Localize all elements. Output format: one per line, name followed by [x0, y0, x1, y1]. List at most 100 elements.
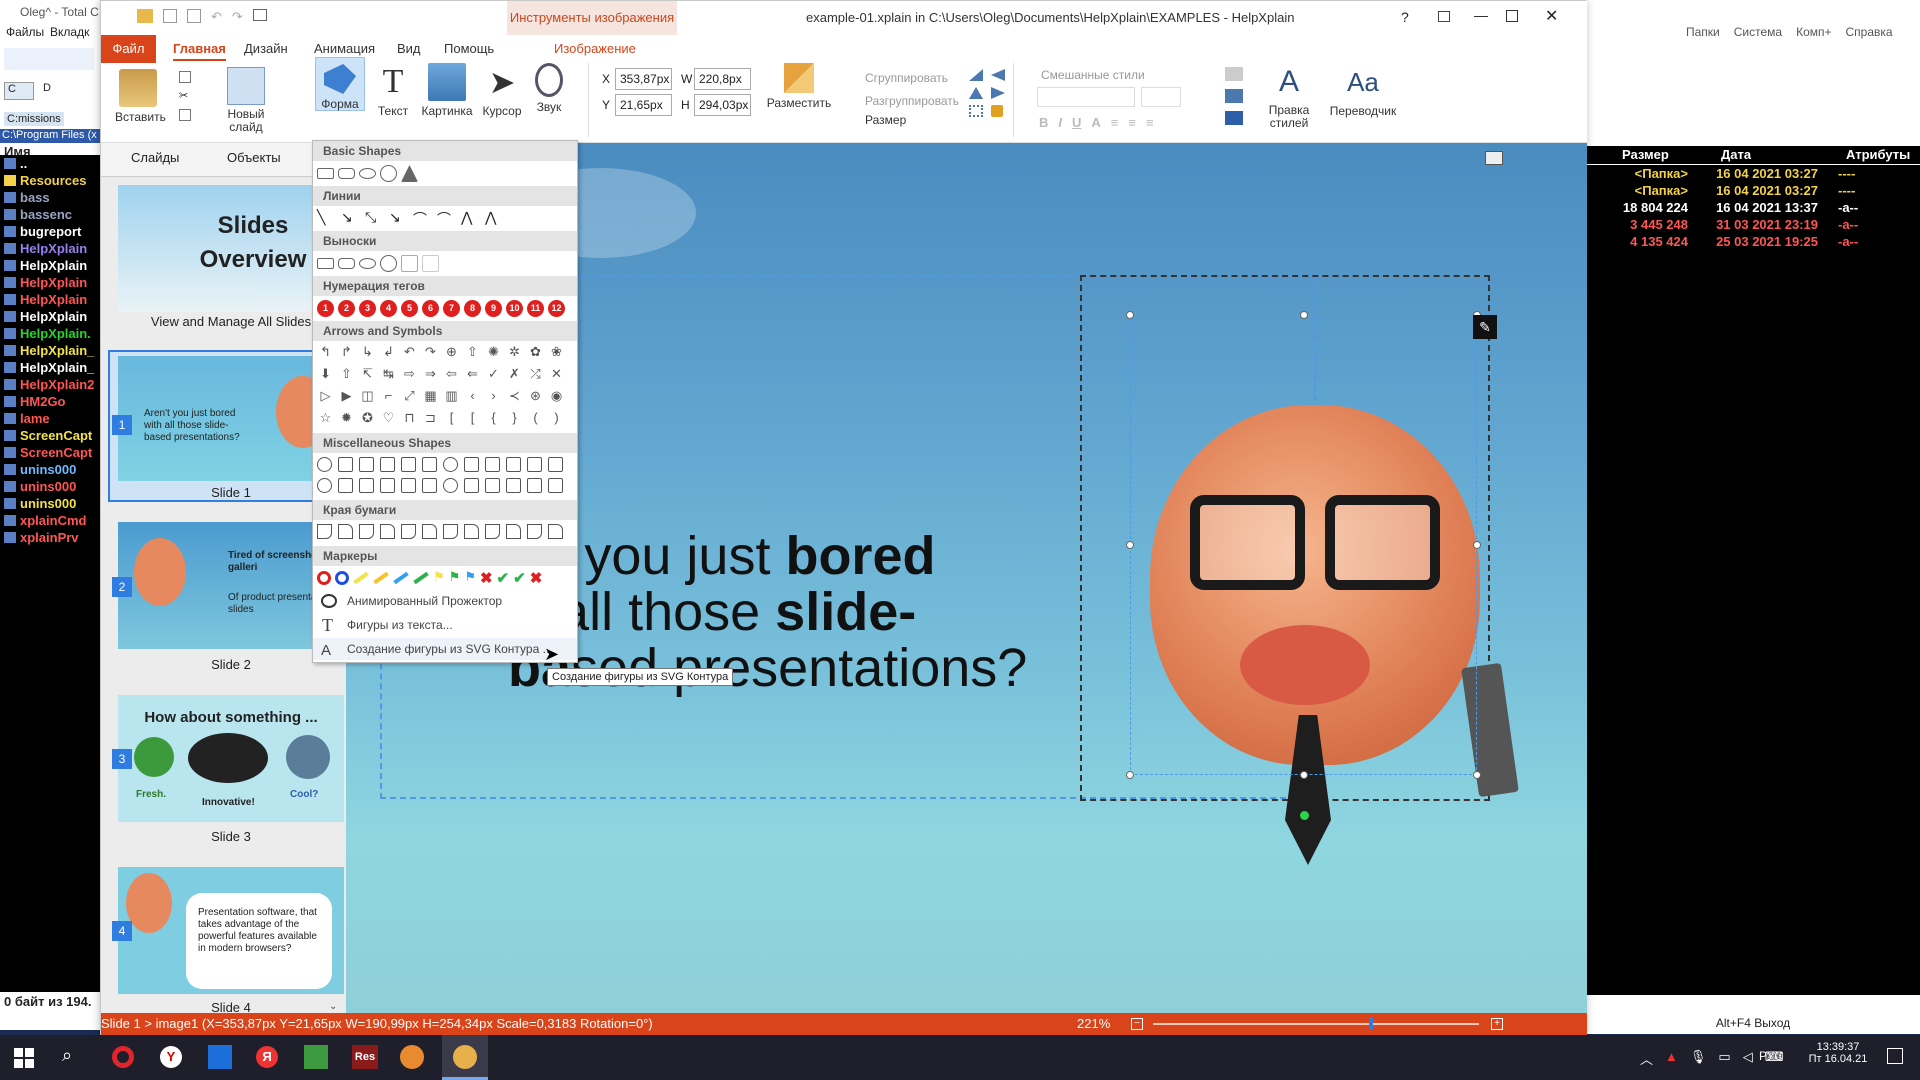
tc-menu-folders[interactable]: Папки — [1686, 25, 1720, 39]
tc-file-row[interactable]: .. — [0, 155, 100, 172]
tab-objects[interactable]: Объекты — [205, 150, 281, 165]
notepad-icon[interactable] — [304, 1045, 328, 1069]
tc-col-date[interactable]: Дата — [1721, 147, 1751, 162]
misc-shape-icon[interactable] — [548, 457, 563, 472]
tc-file-row[interactable]: HelpXplain — [0, 291, 100, 308]
yandex-icon[interactable]: Я — [256, 1046, 278, 1068]
marker-pen-icon[interactable] — [413, 571, 429, 585]
marker-circle-icon[interactable] — [317, 571, 331, 585]
tc-file-row[interactable]: HelpXplain — [0, 257, 100, 274]
underline-icon[interactable]: U — [1072, 115, 1081, 130]
flip-vertical-icon[interactable] — [991, 69, 1005, 81]
tag-number-7-icon[interactable]: 7 — [443, 300, 460, 317]
arrow-symbol-icon[interactable]: ⇨ — [401, 365, 418, 383]
save-as-icon[interactable] — [187, 9, 201, 23]
x-input[interactable]: 353,87px — [615, 68, 672, 90]
misc-shape-icon[interactable] — [485, 457, 500, 472]
arrow-symbol-icon[interactable]: ✗ — [506, 365, 523, 383]
tc-file-row[interactable]: HelpXplain — [0, 274, 100, 291]
crop-icon[interactable] — [969, 105, 983, 117]
polyline-icon[interactable]: ⋀ — [461, 209, 479, 227]
notifications-icon[interactable] — [1887, 1048, 1903, 1064]
mixed-styles-select[interactable]: Смешанные стили — [1041, 68, 1145, 82]
tc-menu-help[interactable]: Справка — [1846, 25, 1893, 39]
undo-icon[interactable]: ↶ — [211, 9, 222, 25]
scroll-down-icon[interactable]: ⌄ — [329, 1001, 337, 1012]
misc-shape-icon[interactable] — [317, 457, 332, 472]
arrow-symbol-icon[interactable]: › — [485, 387, 502, 405]
misc-shape-icon[interactable] — [506, 478, 521, 493]
tc-file-row[interactable]: HM2Go — [0, 393, 100, 410]
marker-x-icon[interactable]: ✖ — [530, 569, 543, 587]
callout-line-icon[interactable] — [401, 255, 418, 272]
arrow-symbol-icon[interactable]: ✪ — [359, 409, 376, 427]
arrow-symbol-icon[interactable]: ✓ — [485, 365, 502, 383]
arrow-symbol-icon[interactable]: ⤢ — [401, 387, 418, 405]
arrow-line-icon[interactable]: ↘ — [341, 209, 359, 227]
tag-number-1-icon[interactable]: 1 — [317, 300, 334, 317]
edit-pencil-icon[interactable]: ✎ — [1473, 315, 1497, 339]
tray-arrow-icon[interactable]: ︿ — [1640, 1049, 1653, 1068]
lock-icon[interactable] — [991, 105, 1003, 117]
tag-number-6-icon[interactable]: 6 — [422, 300, 439, 317]
tab-view[interactable]: Вид — [397, 41, 421, 56]
tc-file-row[interactable]: Resources — [0, 172, 100, 189]
tc-file-row[interactable]: xplainPrv — [0, 529, 100, 546]
rectangle-shape-icon[interactable] — [317, 168, 334, 179]
arrow-symbol-icon[interactable]: ⊕ — [443, 343, 460, 361]
misc-shape-icon[interactable] — [380, 457, 395, 472]
sound-button[interactable]: Звук — [529, 63, 569, 114]
language-indicator[interactable]: РУС — [1759, 1049, 1783, 1063]
arrow-symbol-icon[interactable]: ⊐ — [422, 409, 439, 427]
minimize-button[interactable]: — — [1474, 7, 1488, 23]
arrow-symbol-icon[interactable]: { — [485, 409, 502, 427]
circle-shape-icon[interactable] — [380, 165, 397, 182]
arrow-symbol-icon[interactable]: ‹ — [464, 387, 481, 405]
resize-handle-r[interactable] — [1473, 541, 1481, 549]
size-button[interactable]: Размер — [847, 113, 906, 127]
tag-number-2-icon[interactable]: 2 — [338, 300, 355, 317]
font-family-select[interactable] — [1037, 87, 1135, 107]
tag-number-3-icon[interactable]: 3 — [359, 300, 376, 317]
rotate-handle[interactable] — [1300, 811, 1309, 820]
present-icon[interactable] — [252, 9, 267, 21]
slide-thumb-4[interactable]: Presentation software, that takes advant… — [118, 867, 344, 994]
paper-edge-icon[interactable] — [548, 524, 563, 539]
arrow-symbol-icon[interactable]: ≺ — [506, 387, 523, 405]
redo-icon[interactable]: ↷ — [232, 9, 243, 25]
ungroup-button[interactable]: Разгруппировать — [847, 94, 959, 108]
start-icon[interactable] — [14, 1048, 34, 1068]
shape-button[interactable]: Форма — [315, 57, 365, 111]
arrow-symbol-icon[interactable]: [ — [443, 409, 460, 427]
paper-edge-icon[interactable] — [317, 524, 332, 539]
arrow-symbol-icon[interactable]: ◫ — [359, 387, 376, 405]
zoom-slider-track[interactable] — [1153, 1023, 1479, 1025]
cursor-button[interactable]: ➤ Курсор — [478, 63, 526, 118]
tc-tab-left[interactable]: C:missions — [4, 112, 64, 126]
double-arrow-line-icon[interactable]: ⤡ — [365, 209, 383, 227]
canvas-tool-icon[interactable] — [1485, 151, 1503, 165]
misc-shape-icon[interactable] — [317, 478, 332, 493]
marker-pen-icon[interactable] — [373, 571, 389, 585]
misc-shape-icon[interactable] — [464, 478, 479, 493]
marker-flag-icon[interactable]: ⚑ — [464, 569, 476, 587]
flip-horizontal-icon[interactable] — [969, 69, 983, 81]
marker-pen-icon[interactable] — [393, 571, 409, 585]
arrow-symbol-icon[interactable]: ↹ — [380, 365, 397, 383]
translations-button[interactable]: Aa Переводчик — [1323, 63, 1403, 118]
misc-shape-icon[interactable] — [401, 478, 416, 493]
arrow-symbol-icon[interactable]: ❀ — [548, 343, 565, 361]
paper-edge-icon[interactable] — [464, 524, 479, 539]
slide-thumb-overview[interactable]: Slides Overview — [118, 185, 344, 312]
paper-edge-icon[interactable] — [506, 524, 521, 539]
tab-help[interactable]: Помощь — [444, 41, 494, 56]
freeform-icon[interactable]: ⋀ — [485, 209, 503, 227]
w-input[interactable]: 220,8px — [694, 68, 751, 90]
tc-right-row[interactable]: 18 804 224 16 04 2021 13:37 -a-- — [1586, 199, 1920, 216]
triangle-shape-icon[interactable] — [401, 165, 418, 182]
arrow-symbol-icon[interactable]: ▶ — [338, 387, 355, 405]
arrow-symbol-icon[interactable]: ⊓ — [401, 409, 418, 427]
curve-icon[interactable]: ⌒ — [413, 209, 431, 227]
arrow-symbol-icon[interactable]: ✲ — [506, 343, 523, 361]
marker-flag-icon[interactable]: ⚑ — [433, 569, 445, 587]
